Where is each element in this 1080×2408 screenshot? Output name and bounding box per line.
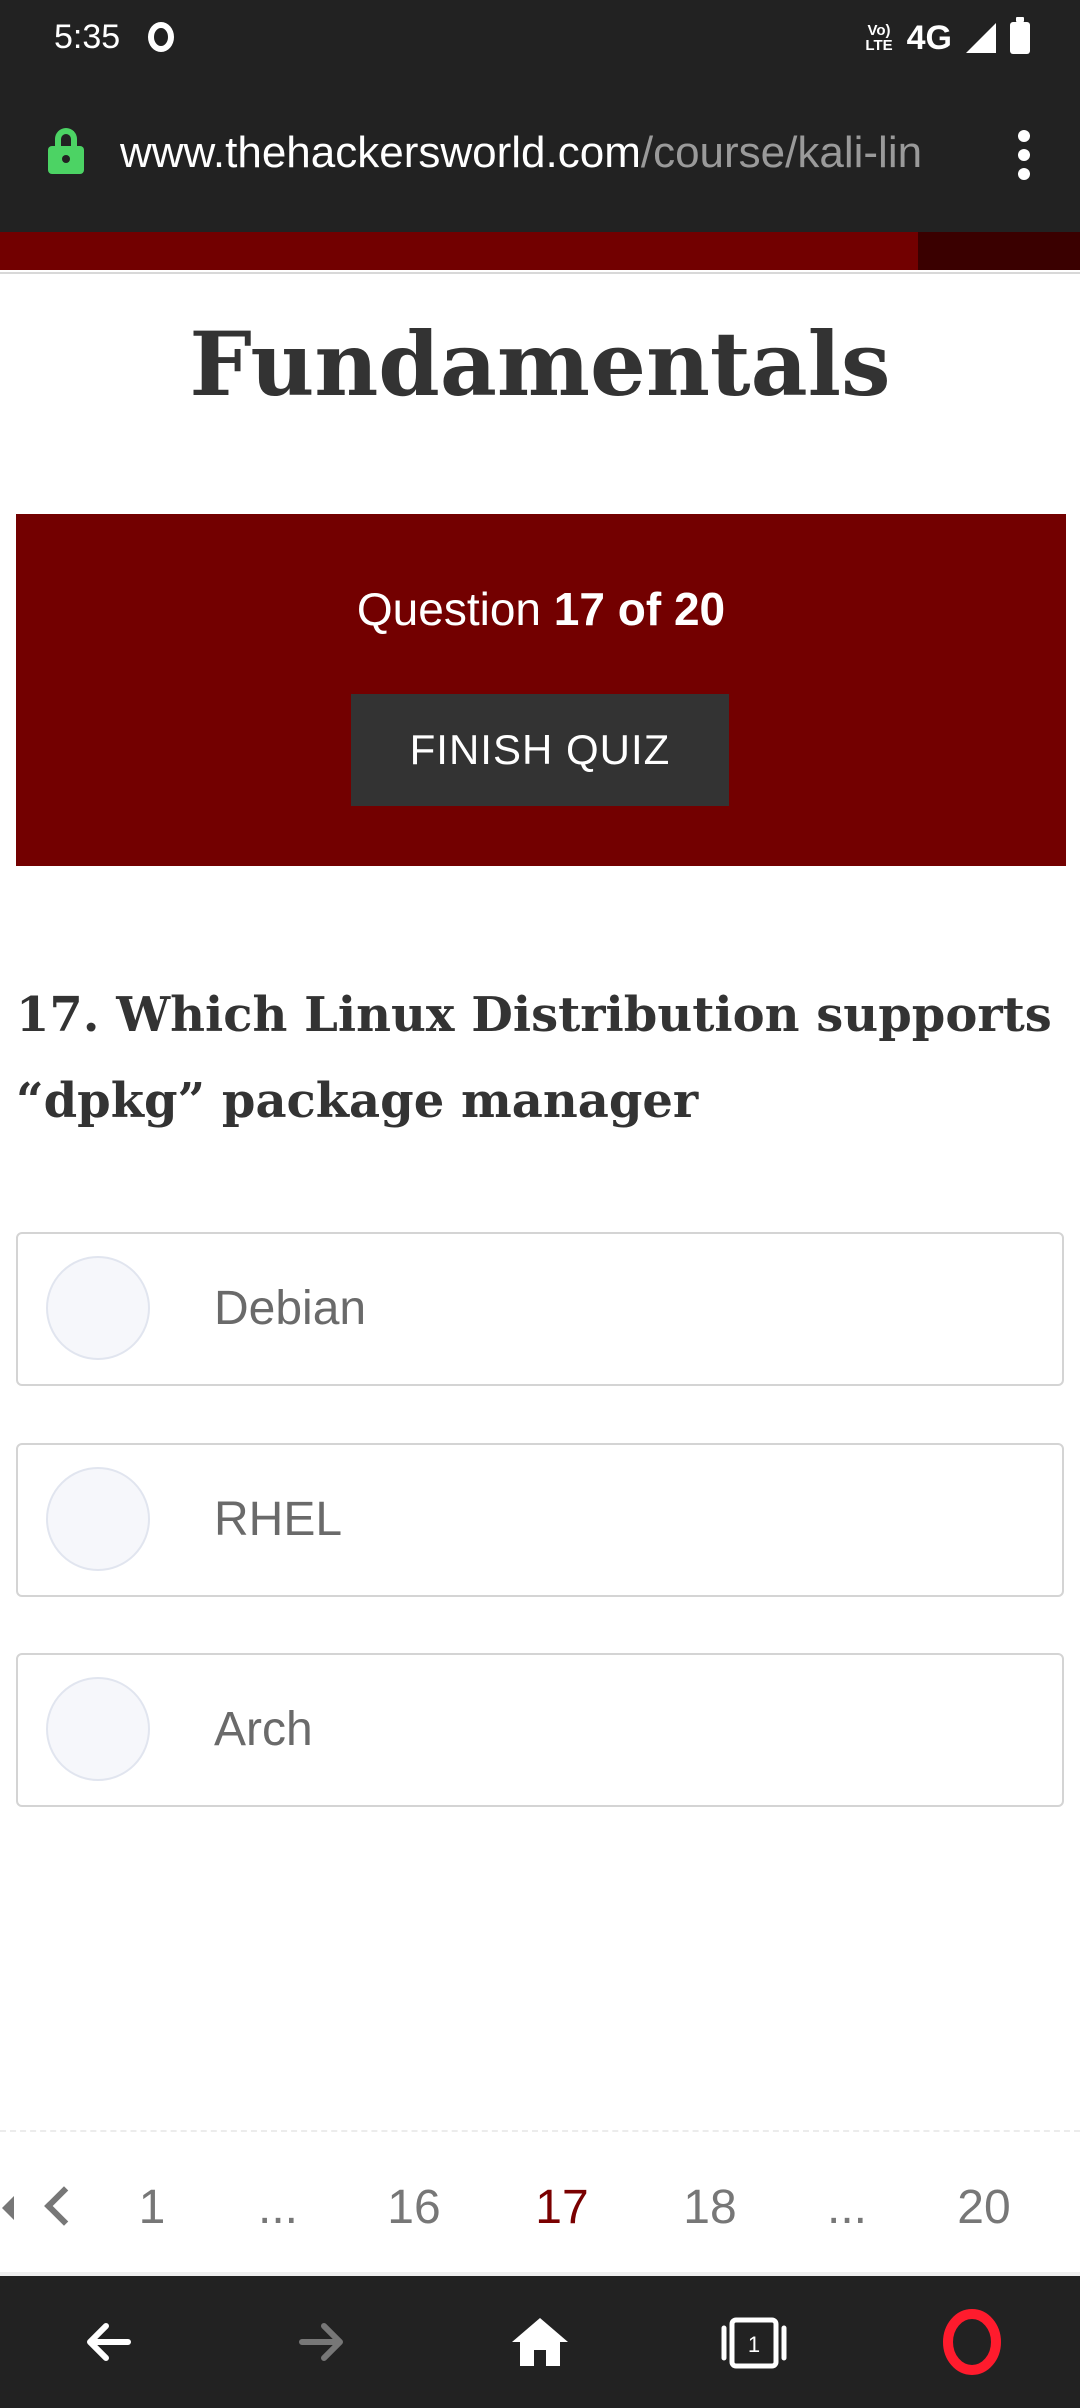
pagination: 1 ... 16 17 18 ... 20 [0,2158,1080,2258]
url-path: /course/kali-lin [640,128,923,177]
volte-icon: Vo) LTE [865,22,893,54]
page-ellipsis: ... [257,2181,299,2234]
divider [0,272,1080,274]
overflow-menu-icon[interactable] [1018,130,1030,180]
opera-icon[interactable] [936,2306,1008,2378]
home-icon[interactable] [504,2306,576,2378]
radio-button[interactable] [46,1467,150,1571]
radio-button[interactable] [46,1677,150,1781]
divider [0,2130,1080,2132]
opera-notification-icon [148,22,174,52]
answer-label: RHEL [214,1493,343,1546]
answer-option-debian[interactable]: Debian [16,1232,1064,1386]
url-host: www.thehackersworld.com [120,128,641,177]
question-text: 17. Which Linux Distribution supports “d… [16,987,1052,1129]
quiz-progress-bar [0,232,1080,270]
answer-label: Arch [214,1703,313,1756]
page-link-20[interactable]: 20 [957,2158,1010,2258]
status-icons: Vo) LTE 4G [865,16,1030,60]
page-ellipsis: ... [826,2181,868,2234]
tab-count: 1 [748,2332,760,2357]
status-bar: 5:35 Vo) LTE 4G [0,0,1080,76]
network-type-label: 4G [906,18,952,57]
answer-label: Debian [214,1282,367,1335]
forward-arrow-icon[interactable] [286,2306,358,2378]
tabs-icon[interactable]: 1 [718,2306,790,2378]
answer-option-arch[interactable]: Arch [16,1653,1064,1807]
radio-button[interactable] [46,1256,150,1360]
back-arrow-icon[interactable] [72,2306,144,2378]
url-field[interactable]: www.thehackersworld.com/course/kali-lin [120,128,960,178]
quiz-progress-fill [0,232,918,270]
browser-address-bar: www.thehackersworld.com/course/kali-lin [0,76,1080,232]
status-time: 5:35 [54,18,121,56]
question-counter: Question 17 of 20 [356,583,726,635]
signal-icon [966,23,996,53]
answer-option-rhel[interactable]: RHEL [16,1443,1064,1597]
scroll-left-icon[interactable] [2,2196,14,2220]
page-link-17-current[interactable]: 17 [535,2158,588,2258]
battery-icon [1010,17,1030,54]
browser-bottom-nav: 1 [0,2276,1080,2408]
page-link-16[interactable]: 16 [387,2158,440,2258]
quiz-header: Question 17 of 20 FINISH QUIZ [16,514,1066,866]
chevron-left-icon[interactable] [44,2186,84,2226]
lock-icon[interactable] [48,128,84,174]
finish-quiz-button[interactable]: FINISH QUIZ [351,694,729,806]
page-link-18[interactable]: 18 [683,2158,736,2258]
page-link-1[interactable]: 1 [139,2158,166,2258]
page-title: Fundamentals [189,312,891,416]
